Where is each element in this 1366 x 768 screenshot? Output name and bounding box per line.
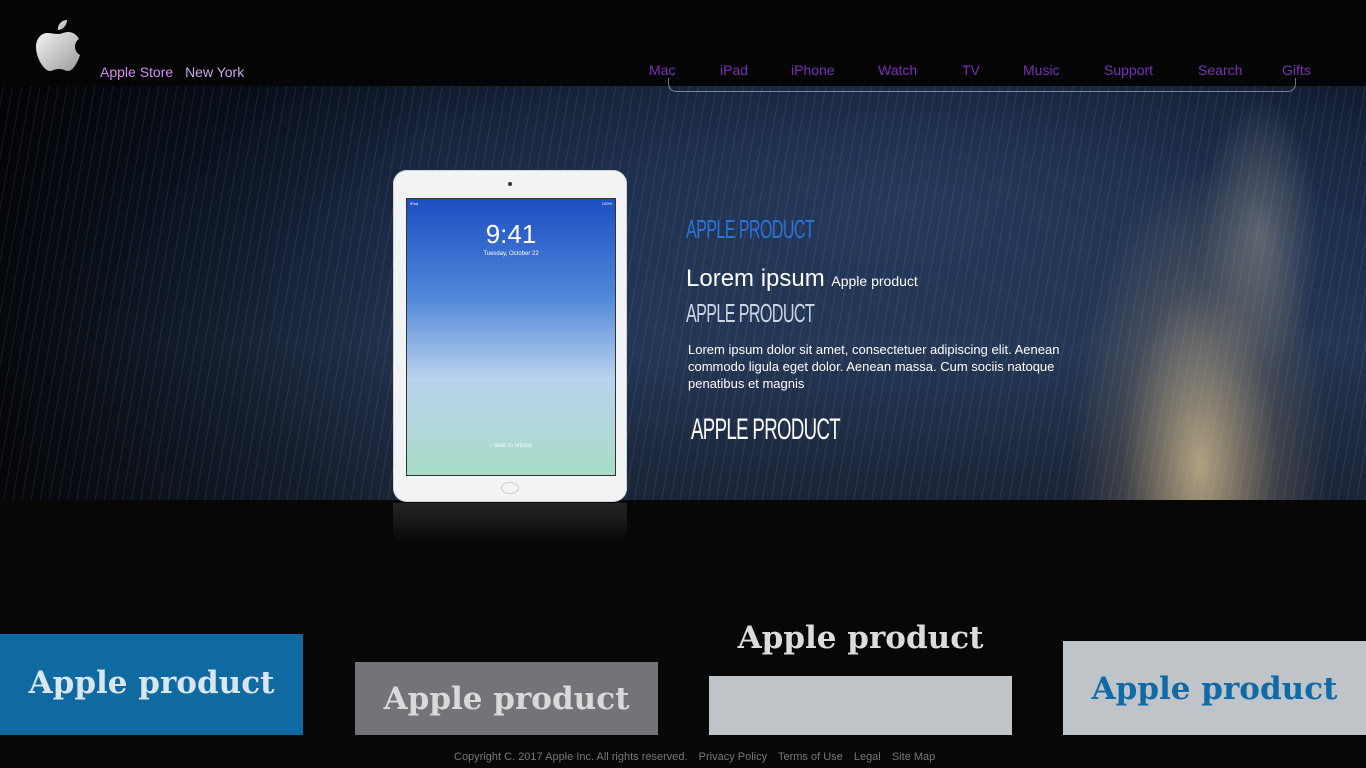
ipad-lock-date: Tuesday, October 22 (483, 251, 539, 257)
ipad-lock-time: 9:41 (485, 219, 537, 249)
nav-item-iphone[interactable]: iPhone (791, 62, 835, 78)
footer-link-terms[interactable]: Terms of Use (778, 751, 843, 763)
hero-banner (0, 86, 1366, 500)
hero-lorem-small: Apple product (831, 273, 918, 289)
footer-copyright: Copyright C. 2017 Apple Inc. All rights … (454, 751, 688, 763)
hero-lorem: Lorem ipsum Apple product (686, 265, 918, 293)
ipad-image: iPad 100% 9:41 Tuesday, October 22 › sli… (393, 170, 627, 502)
ipad-carrier: iPad (410, 201, 419, 206)
footer-link-legal[interactable]: Legal (854, 751, 881, 763)
ipad-battery: 100% (601, 201, 612, 206)
hero-paragraph: Lorem ipsum dolor sit amet, consectetuer… (688, 342, 1060, 391)
product-tile-2[interactable]: Apple product (355, 662, 658, 735)
apple-logo-icon[interactable] (34, 20, 82, 78)
site-footer: Copyright C. 2017 Apple Inc. All rights … (454, 751, 943, 763)
nav-item-ipad[interactable]: iPad (720, 62, 748, 78)
brand-city: New York (185, 64, 245, 80)
nav-item-music[interactable]: Music (1023, 62, 1060, 78)
ipad-reflection (393, 503, 627, 543)
footer-link-sitemap[interactable]: Site Map (892, 751, 935, 763)
nav-item-tv[interactable]: TV (962, 62, 980, 78)
nav-underline (668, 78, 1296, 92)
ipad-screen: iPad 100% 9:41 Tuesday, October 22 › sli… (406, 198, 616, 476)
product-tile-1[interactable]: Apple product (0, 634, 303, 735)
brand: Apple Store New York (100, 64, 244, 80)
ipad-camera (508, 182, 512, 186)
hero-lorem-large: Lorem ipsum (686, 265, 825, 292)
hero-subheading-2: APPLE PRODUCT (691, 413, 841, 446)
footer-link-privacy[interactable]: Privacy Policy (699, 751, 767, 763)
hero-background-streaks (0, 86, 1366, 500)
product-tile-4[interactable]: Apple product (1063, 641, 1366, 735)
product-tile-3-title: Apple product (737, 620, 984, 656)
nav-item-support[interactable]: Support (1104, 62, 1153, 78)
hero-heading: APPLE PRODUCT (686, 214, 815, 244)
product-tile-3[interactable] (709, 676, 1012, 735)
nav-item-gifts[interactable]: Gifts (1282, 62, 1311, 78)
nav-item-search[interactable]: Search (1198, 62, 1242, 78)
brand-store[interactable]: Apple Store (100, 64, 173, 80)
ipad-status-bar: iPad 100% (410, 201, 612, 206)
nav-item-mac[interactable]: Mac (649, 62, 675, 78)
site-header: Apple Store New York Mac iPad iPhone Wat… (0, 0, 1366, 86)
ipad-home-button (501, 482, 519, 494)
ipad-slide-to-unlock: › slide to unlock (490, 443, 532, 449)
hero-subheading: APPLE PRODUCT (686, 298, 815, 328)
nav-item-watch[interactable]: Watch (878, 62, 917, 78)
